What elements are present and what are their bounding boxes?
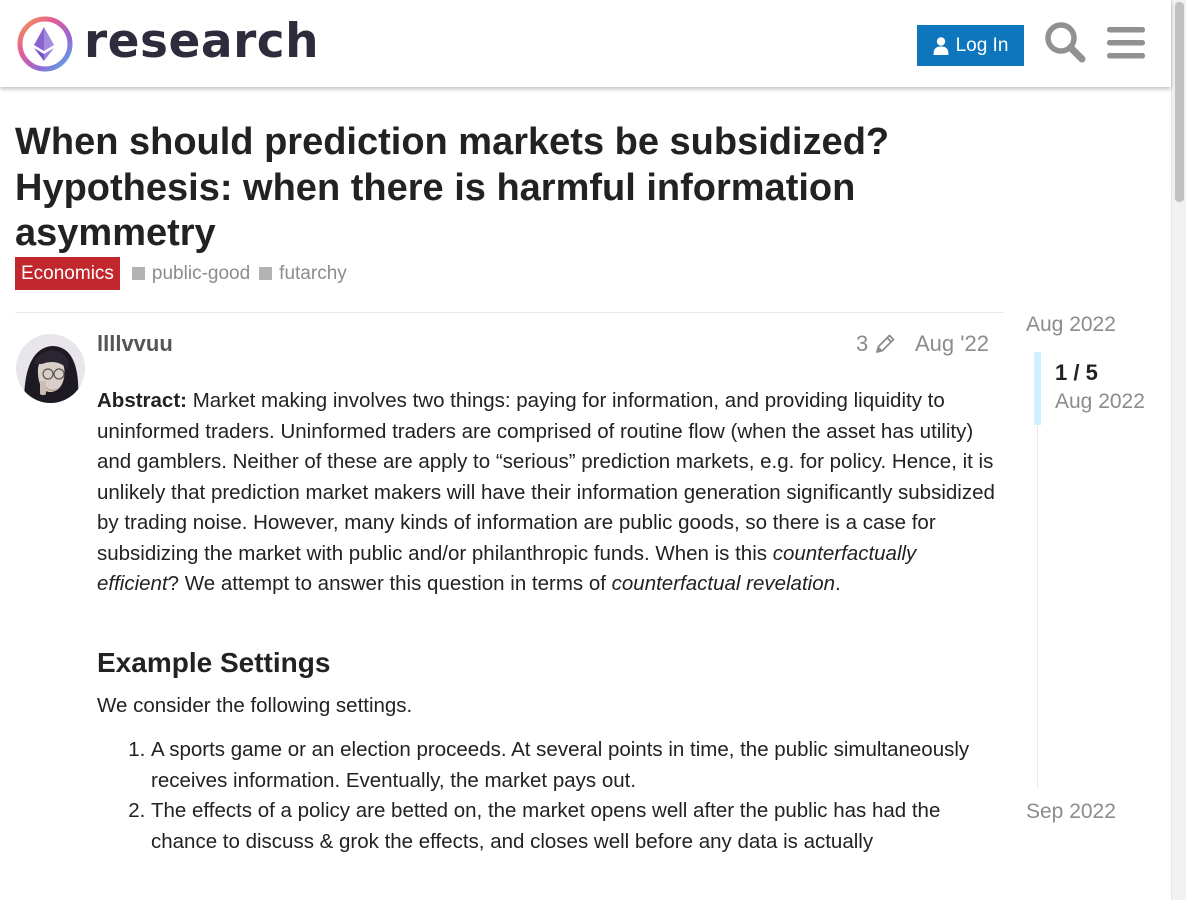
edit-count: 3 [856,331,869,356]
post-body: Abstract: Market making involves two thi… [97,386,997,857]
abstract-text-mid: ? We attempt to answer this question in … [167,572,612,595]
user-avatar-image [16,334,85,403]
page-scrollbar[interactable] [1171,0,1186,900]
tag-label: futarchy [279,262,347,284]
site-name[interactable]: research [84,14,319,70]
login-button[interactable]: Log In [917,25,1024,66]
tag-public-good[interactable]: public-good [131,262,251,285]
post-date[interactable]: Aug '22 [915,331,989,357]
section-heading: Example Settings [97,646,331,678]
login-label: Log In [955,34,1009,56]
site-header: research Log In [0,0,1171,87]
timeline-current-date: Aug 2022 [1055,390,1145,413]
abstract-emphasis: counterfactual revelation [611,572,836,595]
list-item: A sports game or an election proceeds. A… [151,735,997,796]
hamburger-menu-icon[interactable] [1107,26,1145,60]
title-divider [15,312,1004,313]
abstract-paragraph: Abstract: Market making involves two thi… [97,386,997,600]
tag-square-icon [131,267,145,280]
edit-history-button[interactable]: 3 [856,331,896,357]
category-badge[interactable]: Economics [15,257,120,290]
search-icon[interactable] [1044,21,1086,63]
abstract-text: Market making involves two things: payin… [97,389,995,565]
tag-square-icon [259,267,273,280]
avatar[interactable] [16,334,85,403]
user-icon [933,36,949,55]
timeline-scroll-handle[interactable] [1034,352,1041,425]
ethereum-research-logo[interactable] [16,15,74,73]
tag-futarchy[interactable]: futarchy [259,263,347,285]
topic-title[interactable]: When should prediction markets be subsid… [15,120,975,257]
scrollbar-thumb[interactable] [1175,2,1184,202]
timeline-end-date[interactable]: Sep 2022 [1026,800,1116,824]
list-item: The effects of a policy are betted on, t… [151,796,997,857]
pencil-icon [876,334,895,353]
topic-tags: Economics public-good futarchy [15,257,347,290]
settings-list: A sports game or an election proceeds. A… [97,735,997,857]
abstract-text-end: . [835,572,841,595]
post-username[interactable]: llllvvuu [97,331,173,357]
timeline-position: 1 / 5 [1055,360,1098,385]
section-intro: We consider the following settings. [97,693,413,717]
timeline-start-date[interactable]: Aug 2022 [1026,313,1116,337]
abstract-label: Abstract: [97,389,187,412]
tag-label: public-good [151,262,251,284]
